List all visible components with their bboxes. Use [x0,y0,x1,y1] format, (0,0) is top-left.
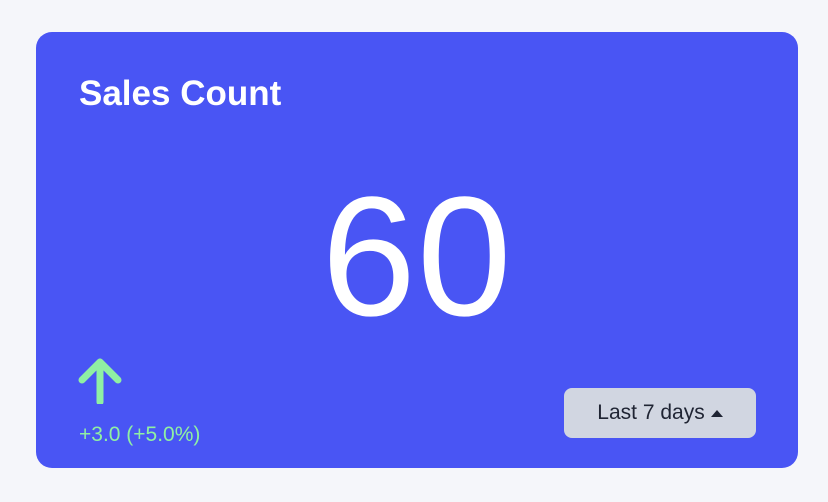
metric-value: 60 [321,162,513,352]
date-range-button[interactable]: Last 7 days [564,388,756,438]
sales-count-card: Sales Count 60 +3.0 (+5.0%) Last 7 days [36,32,798,468]
card-title: Sales Count [79,74,282,113]
date-range-label: Last 7 days [597,401,705,424]
arrow-up-icon [78,358,122,406]
caret-up-icon [710,410,723,417]
change-text: +3.0 (+5.0%) [79,423,201,446]
